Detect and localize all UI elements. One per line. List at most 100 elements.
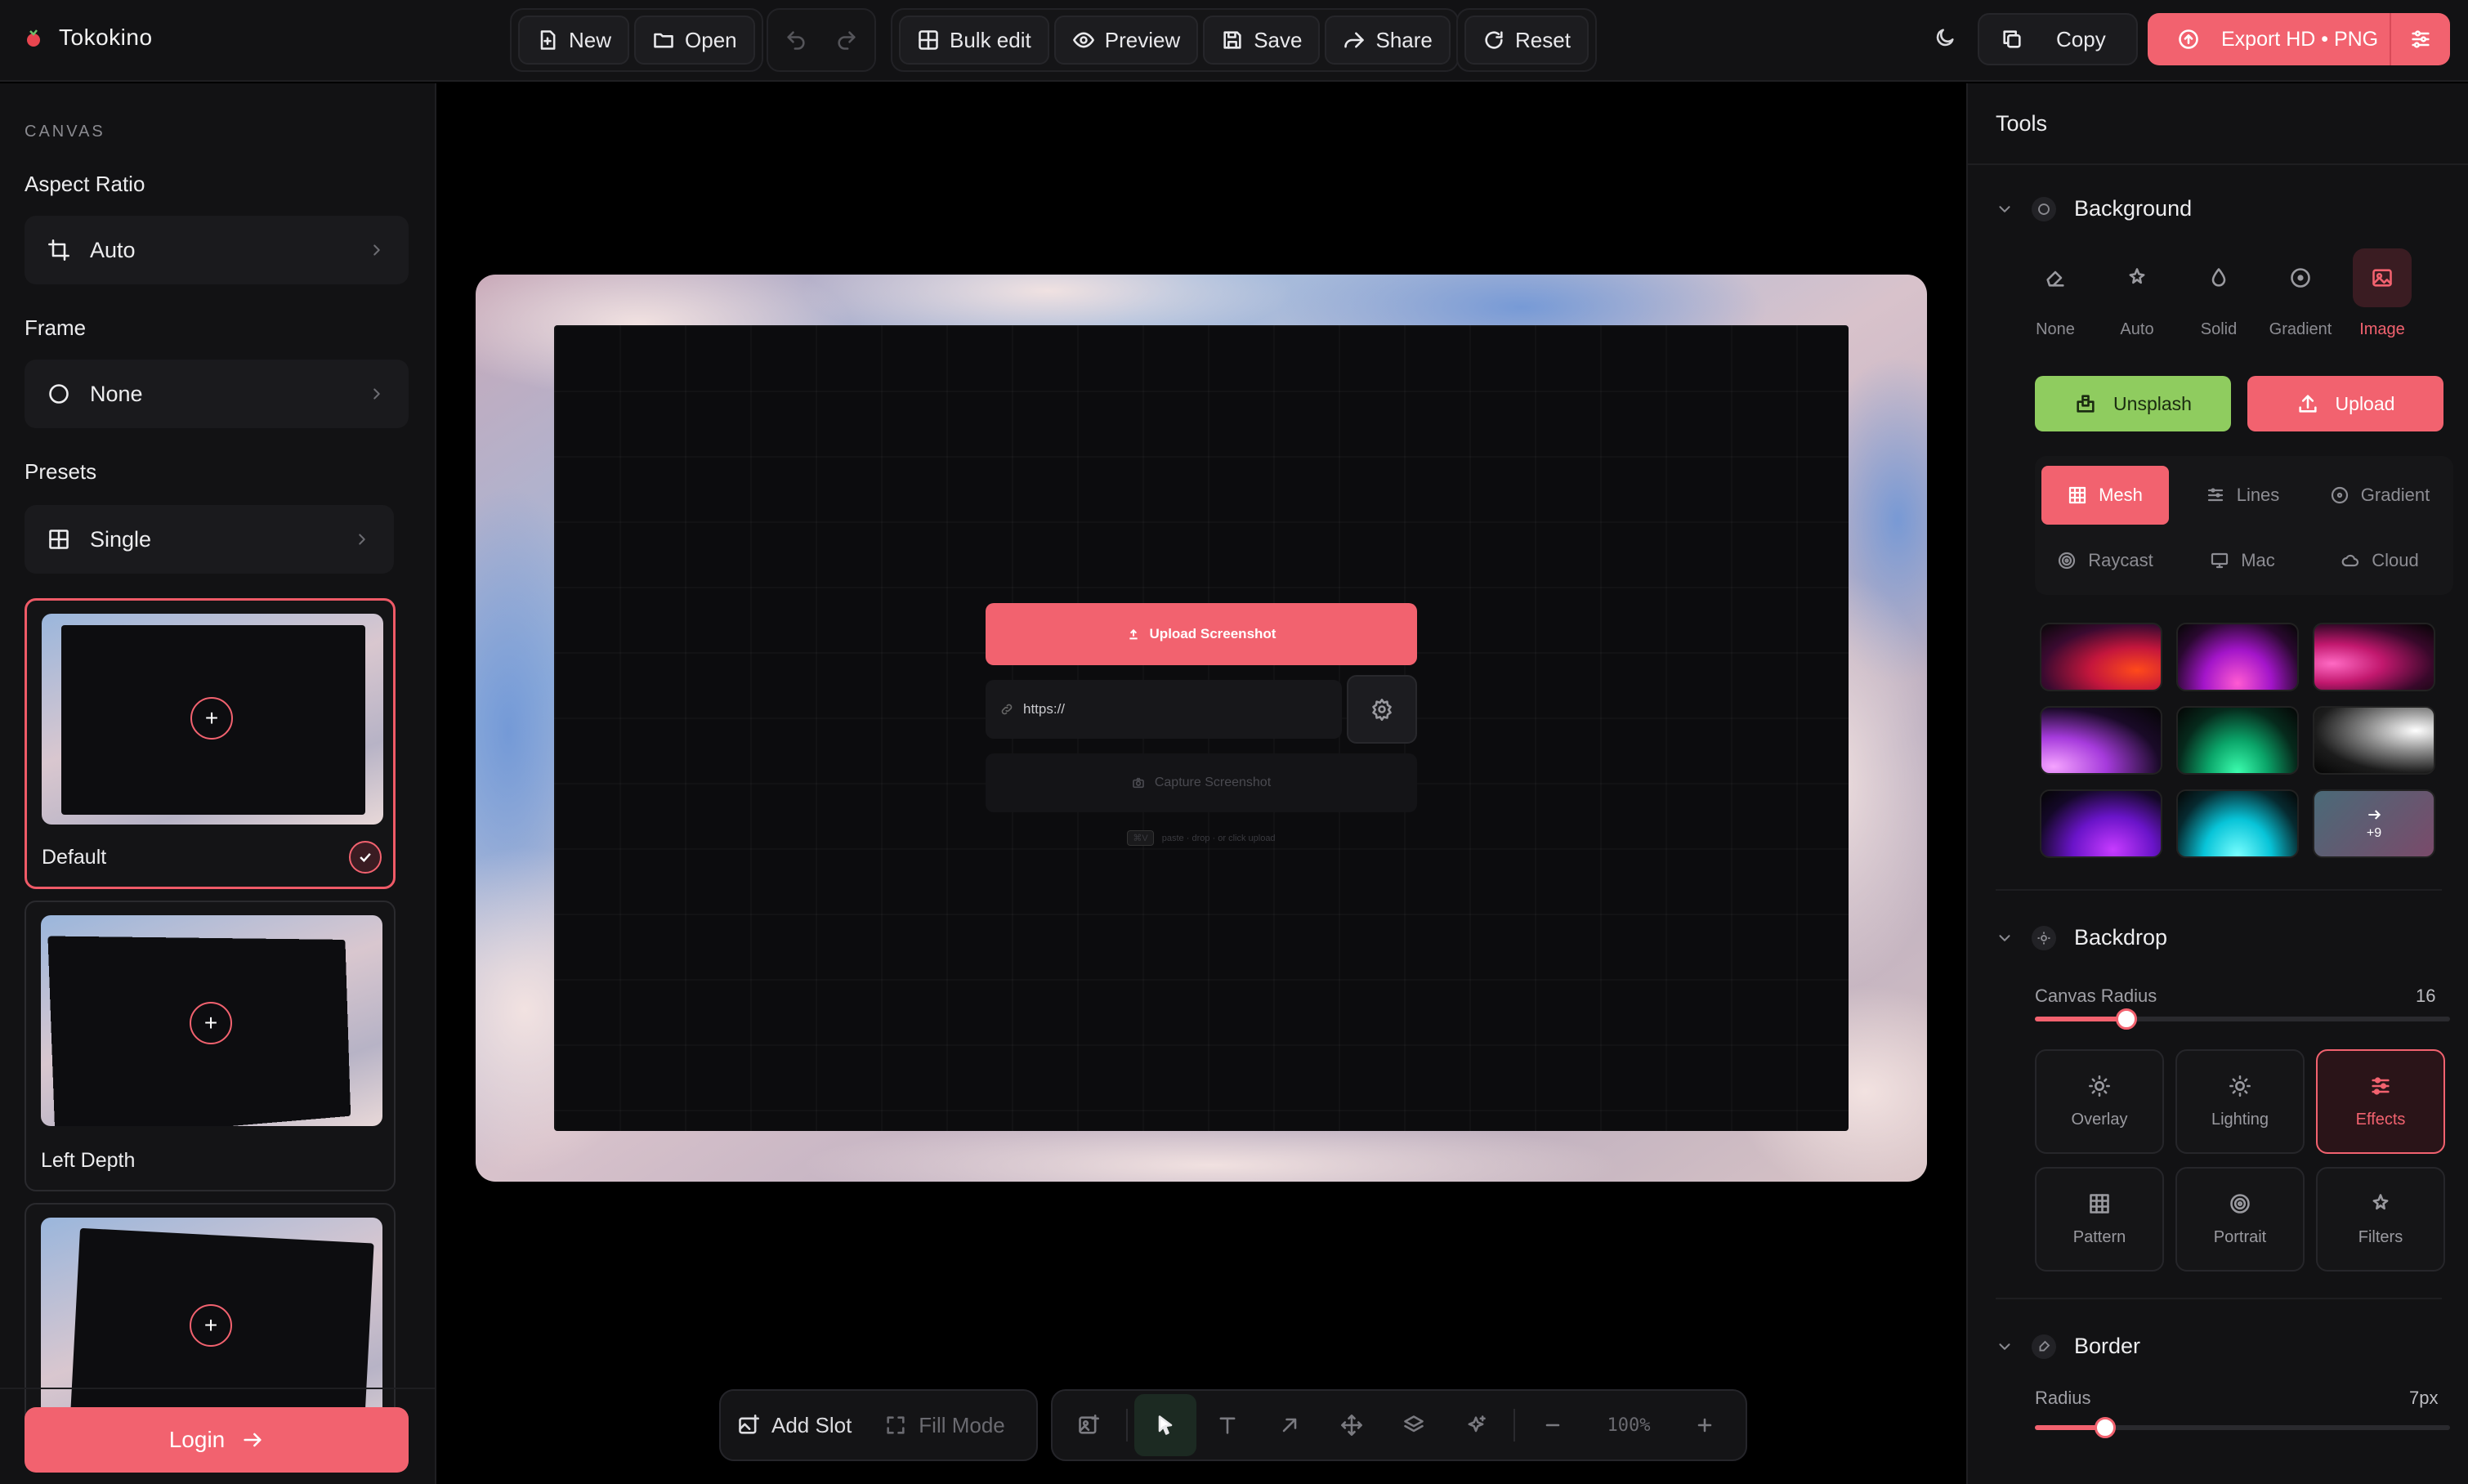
copy-button[interactable]: Copy xyxy=(1978,13,2138,65)
gear-icon xyxy=(1372,699,1392,721)
mesh-swatch[interactable] xyxy=(2176,789,2299,858)
style-label: Gradient xyxy=(2360,485,2430,505)
chevron-right-icon xyxy=(373,388,380,400)
preset-thumbnail: + xyxy=(41,915,382,1126)
mesh-swatch[interactable] xyxy=(2040,789,2162,858)
zoom-in-button[interactable] xyxy=(1674,1394,1736,1456)
export-button[interactable]: Export HD • PNG xyxy=(2148,13,2450,65)
border-section-header[interactable]: Border xyxy=(1996,1334,2140,1359)
effect-lighting[interactable]: Lighting xyxy=(2175,1049,2305,1154)
export-settings-button[interactable] xyxy=(2391,28,2450,51)
target-icon xyxy=(2059,552,2076,570)
style-label: Raycast xyxy=(2088,550,2153,570)
select-tool-button[interactable] xyxy=(1134,1394,1196,1456)
style-mac[interactable]: Mac xyxy=(2179,531,2306,590)
slider-knob[interactable] xyxy=(2115,1008,2137,1030)
mesh-swatch[interactable] xyxy=(2176,623,2299,691)
url-input[interactable]: https:// xyxy=(986,680,1342,739)
new-button[interactable]: New xyxy=(518,16,630,65)
url-placeholder: https:// xyxy=(1023,701,1066,717)
presets-select[interactable]: Single xyxy=(25,505,394,574)
zoom-level[interactable]: 100% xyxy=(1584,1415,1674,1436)
style-cloud[interactable]: Cloud xyxy=(2316,531,2443,590)
background-section-header[interactable]: Background xyxy=(1996,196,2192,221)
redo-button[interactable] xyxy=(824,16,870,65)
slider-knob[interactable] xyxy=(2095,1417,2117,1438)
frame-select[interactable]: None xyxy=(25,360,409,428)
theme-toggle[interactable] xyxy=(1934,26,1956,49)
save-button[interactable]: Save xyxy=(1203,16,1321,65)
image-tool-button[interactable] xyxy=(1057,1394,1120,1456)
preset-card-default[interactable]: + Default xyxy=(25,598,396,889)
effect-effects[interactable]: Effects xyxy=(2316,1049,2445,1154)
style-raycast[interactable]: Raycast xyxy=(2041,531,2169,590)
border-radius-label: Radius xyxy=(2035,1388,2091,1408)
slot-toolbar: Add Slot Fill Mode xyxy=(719,1389,1038,1461)
bg-option-none[interactable]: None xyxy=(2019,248,2092,339)
folder-icon xyxy=(654,33,673,48)
effect-pattern[interactable]: Pattern xyxy=(2035,1167,2164,1272)
backdrop-section-header[interactable]: Backdrop xyxy=(1996,925,2167,950)
layers-tool-button[interactable] xyxy=(1383,1394,1445,1456)
bulk-edit-button[interactable]: Bulk edit xyxy=(899,16,1049,65)
open-button[interactable]: Open xyxy=(634,16,755,65)
effect-filters[interactable]: Filters xyxy=(2316,1167,2445,1272)
bg-option-gradient[interactable]: Gradient xyxy=(2264,248,2337,339)
redo-icon xyxy=(838,31,856,50)
share-button[interactable]: Share xyxy=(1325,16,1451,65)
canvas-radius-slider[interactable] xyxy=(2035,1008,2450,1030)
reset-button[interactable]: Reset xyxy=(1464,16,1589,65)
new-file-icon xyxy=(540,30,556,50)
mesh-swatch[interactable] xyxy=(2176,706,2299,775)
mesh-swatch[interactable] xyxy=(2040,623,2162,691)
upload-bg-button[interactable]: Upload xyxy=(2247,376,2443,431)
mesh-swatch[interactable] xyxy=(2040,706,2162,775)
arrow-right-icon xyxy=(244,1433,262,1447)
mesh-swatch[interactable] xyxy=(2313,623,2435,691)
chevron-right-icon xyxy=(373,244,380,256)
tools-title: Tools xyxy=(1996,111,2048,136)
zoom-out-button[interactable] xyxy=(1522,1394,1584,1456)
frame-label: Frame xyxy=(25,315,87,340)
style-lines[interactable]: Lines xyxy=(2179,466,2306,525)
preset-card-left-depth[interactable]: + Left Depth xyxy=(25,901,396,1191)
sliders-icon xyxy=(2372,1076,2390,1095)
capture-screenshot-button[interactable]: Capture Screenshot xyxy=(986,753,1417,812)
canvas-section-title: CANVAS xyxy=(25,123,105,141)
bg-option-label: Auto xyxy=(2120,320,2154,338)
border-radius-slider[interactable] xyxy=(2035,1417,2450,1438)
fill-mode-button[interactable]: Fill Mode xyxy=(868,1413,1021,1438)
capture-settings-button[interactable] xyxy=(1347,675,1417,744)
chevron-down-icon xyxy=(1999,205,2010,212)
move-tool-button[interactable] xyxy=(1321,1394,1383,1456)
effect-overlay[interactable]: Overlay xyxy=(2035,1049,2164,1154)
camera-icon xyxy=(1133,777,1144,789)
arrow-tool-button[interactable] xyxy=(1259,1394,1321,1456)
upload-icon xyxy=(2298,395,2317,413)
more-swatches-button[interactable]: +9 xyxy=(2313,789,2435,858)
mesh-swatch[interactable] xyxy=(2313,706,2435,775)
undo-button[interactable] xyxy=(773,16,819,65)
bg-option-auto[interactable]: Auto xyxy=(2100,248,2174,339)
export-main[interactable]: Export HD • PNG xyxy=(2148,28,2390,51)
canvas-stage[interactable]: Upload Screenshot https:// Capture Scree… xyxy=(476,275,1927,1182)
toolbar-divider xyxy=(1513,1409,1515,1442)
unsplash-button[interactable]: Unsplash xyxy=(2035,376,2231,431)
preview-button[interactable]: Preview xyxy=(1053,16,1199,65)
magic-tool-button[interactable] xyxy=(1445,1394,1507,1456)
bg-option-solid[interactable]: Solid xyxy=(2182,248,2256,339)
add-slot-button[interactable]: Add Slot xyxy=(721,1413,868,1438)
upload-screenshot-button[interactable]: Upload Screenshot xyxy=(986,603,1417,665)
login-button[interactable]: Login xyxy=(25,1407,409,1473)
text-tool-button[interactable] xyxy=(1196,1394,1259,1456)
aspect-ratio-select[interactable]: Auto xyxy=(25,216,409,284)
app-logo[interactable]: Tokokino xyxy=(23,25,153,51)
screenshot-slot[interactable]: Upload Screenshot https:// Capture Scree… xyxy=(554,325,1849,1131)
reset-group: Reset xyxy=(1456,8,1597,72)
effect-portrait[interactable]: Portrait xyxy=(2175,1167,2305,1272)
style-gradient[interactable]: Gradient xyxy=(2316,466,2443,525)
crop-icon xyxy=(48,239,69,261)
palette-icon xyxy=(2032,196,2056,221)
style-mesh[interactable]: Mesh xyxy=(2041,466,2169,525)
bg-option-image[interactable]: Image xyxy=(2345,248,2419,339)
